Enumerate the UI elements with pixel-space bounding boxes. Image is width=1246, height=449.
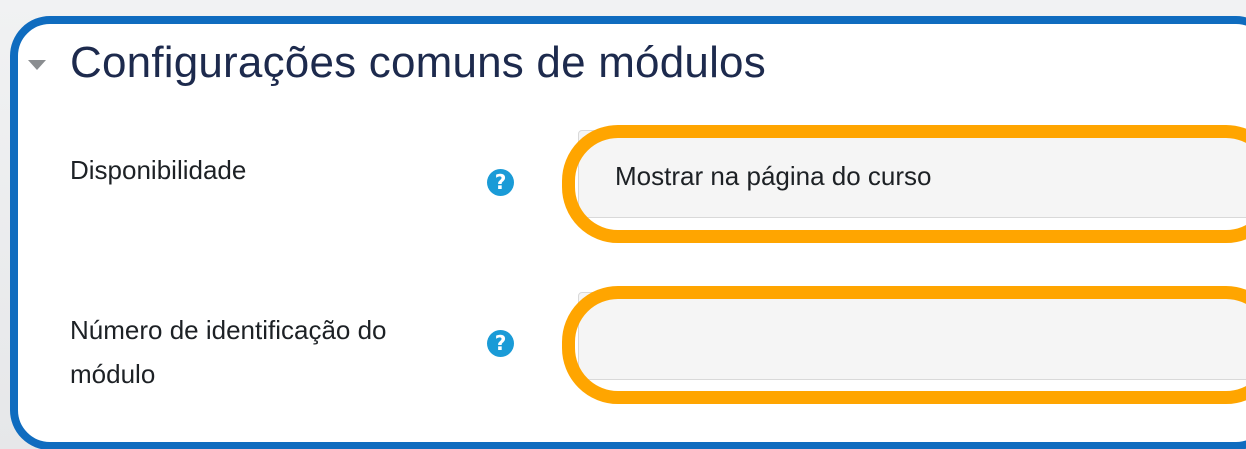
section-header[interactable]: Configurações comuns de módulos xyxy=(28,38,766,88)
availability-highlight-outline xyxy=(562,125,1246,243)
question-circle-icon[interactable]: ? xyxy=(487,169,514,196)
section-title: Configurações comuns de módulos xyxy=(70,38,766,87)
availability-label: Disponibilidade xyxy=(70,155,247,185)
module-id-label: Número de identificação do módulo xyxy=(70,315,387,389)
module-id-highlight-outline xyxy=(562,286,1246,404)
caret-down-icon[interactable] xyxy=(28,60,46,70)
screenshot-stage: Configurações comuns de módulos Disponib… xyxy=(0,0,1246,449)
question-circle-icon[interactable]: ? xyxy=(487,330,514,357)
